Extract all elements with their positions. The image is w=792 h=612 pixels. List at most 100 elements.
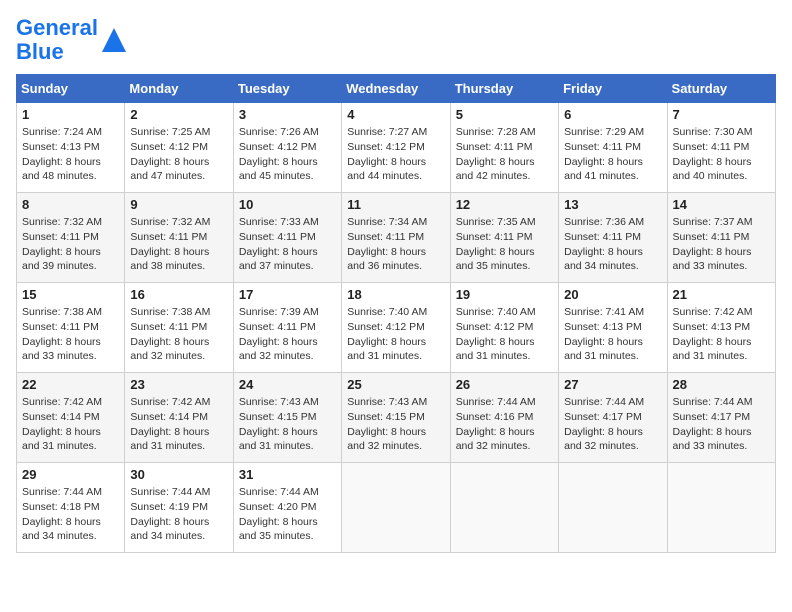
day-cell: 1 Sunrise: 7:24 AM Sunset: 4:13 PM Dayli… <box>17 103 125 193</box>
daylight-label: Daylight: 8 hours and 40 minutes. <box>673 156 752 183</box>
day-number: 20 <box>564 287 661 302</box>
day-info: Sunrise: 7:44 AM Sunset: 4:19 PM Dayligh… <box>130 485 227 544</box>
day-number: 2 <box>130 107 227 122</box>
day-info: Sunrise: 7:37 AM Sunset: 4:11 PM Dayligh… <box>673 215 770 274</box>
day-info: Sunrise: 7:40 AM Sunset: 4:12 PM Dayligh… <box>456 305 553 364</box>
sunset-label: Sunset: 4:18 PM <box>22 501 100 513</box>
col-header-saturday: Saturday <box>667 75 775 103</box>
week-row-1: 1 Sunrise: 7:24 AM Sunset: 4:13 PM Dayli… <box>17 103 776 193</box>
daylight-label: Daylight: 8 hours and 35 minutes. <box>239 516 318 543</box>
day-info: Sunrise: 7:36 AM Sunset: 4:11 PM Dayligh… <box>564 215 661 274</box>
day-info: Sunrise: 7:29 AM Sunset: 4:11 PM Dayligh… <box>564 125 661 184</box>
sunset-label: Sunset: 4:14 PM <box>22 411 100 423</box>
page-header: General Blue <box>16 16 776 64</box>
sunset-label: Sunset: 4:17 PM <box>564 411 642 423</box>
day-info: Sunrise: 7:44 AM Sunset: 4:17 PM Dayligh… <box>564 395 661 454</box>
day-info: Sunrise: 7:32 AM Sunset: 4:11 PM Dayligh… <box>130 215 227 274</box>
day-cell: 16 Sunrise: 7:38 AM Sunset: 4:11 PM Dayl… <box>125 283 233 373</box>
sunrise-label: Sunrise: 7:38 AM <box>22 306 102 318</box>
daylight-label: Daylight: 8 hours and 33 minutes. <box>22 336 101 363</box>
daylight-label: Daylight: 8 hours and 38 minutes. <box>130 246 209 273</box>
day-number: 12 <box>456 197 553 212</box>
calendar-table: SundayMondayTuesdayWednesdayThursdayFrid… <box>16 74 776 553</box>
sunrise-label: Sunrise: 7:39 AM <box>239 306 319 318</box>
sunset-label: Sunset: 4:12 PM <box>347 141 425 153</box>
day-info: Sunrise: 7:38 AM Sunset: 4:11 PM Dayligh… <box>130 305 227 364</box>
sunrise-label: Sunrise: 7:25 AM <box>130 126 210 138</box>
day-number: 16 <box>130 287 227 302</box>
week-row-4: 22 Sunrise: 7:42 AM Sunset: 4:14 PM Dayl… <box>17 373 776 463</box>
sunset-label: Sunset: 4:12 PM <box>130 141 208 153</box>
col-header-sunday: Sunday <box>17 75 125 103</box>
day-info: Sunrise: 7:25 AM Sunset: 4:12 PM Dayligh… <box>130 125 227 184</box>
sunset-label: Sunset: 4:14 PM <box>130 411 208 423</box>
daylight-label: Daylight: 8 hours and 41 minutes. <box>564 156 643 183</box>
day-number: 9 <box>130 197 227 212</box>
day-cell: 27 Sunrise: 7:44 AM Sunset: 4:17 PM Dayl… <box>559 373 667 463</box>
day-number: 1 <box>22 107 119 122</box>
daylight-label: Daylight: 8 hours and 31 minutes. <box>130 426 209 453</box>
sunrise-label: Sunrise: 7:37 AM <box>673 216 753 228</box>
sunrise-label: Sunrise: 7:44 AM <box>130 486 210 498</box>
week-row-2: 8 Sunrise: 7:32 AM Sunset: 4:11 PM Dayli… <box>17 193 776 283</box>
sunset-label: Sunset: 4:12 PM <box>347 321 425 333</box>
day-number: 31 <box>239 467 336 482</box>
day-info: Sunrise: 7:42 AM Sunset: 4:14 PM Dayligh… <box>22 395 119 454</box>
day-info: Sunrise: 7:27 AM Sunset: 4:12 PM Dayligh… <box>347 125 444 184</box>
sunrise-label: Sunrise: 7:44 AM <box>22 486 102 498</box>
sunset-label: Sunset: 4:11 PM <box>22 321 99 333</box>
day-cell: 13 Sunrise: 7:36 AM Sunset: 4:11 PM Dayl… <box>559 193 667 283</box>
day-info: Sunrise: 7:40 AM Sunset: 4:12 PM Dayligh… <box>347 305 444 364</box>
day-number: 26 <box>456 377 553 392</box>
day-cell: 21 Sunrise: 7:42 AM Sunset: 4:13 PM Dayl… <box>667 283 775 373</box>
day-cell: 2 Sunrise: 7:25 AM Sunset: 4:12 PM Dayli… <box>125 103 233 193</box>
day-info: Sunrise: 7:30 AM Sunset: 4:11 PM Dayligh… <box>673 125 770 184</box>
sunset-label: Sunset: 4:11 PM <box>456 141 533 153</box>
day-number: 19 <box>456 287 553 302</box>
day-number: 14 <box>673 197 770 212</box>
day-cell: 31 Sunrise: 7:44 AM Sunset: 4:20 PM Dayl… <box>233 463 341 553</box>
daylight-label: Daylight: 8 hours and 31 minutes. <box>673 336 752 363</box>
day-number: 17 <box>239 287 336 302</box>
day-info: Sunrise: 7:44 AM Sunset: 4:16 PM Dayligh… <box>456 395 553 454</box>
sunset-label: Sunset: 4:11 PM <box>673 141 750 153</box>
day-cell: 4 Sunrise: 7:27 AM Sunset: 4:12 PM Dayli… <box>342 103 450 193</box>
daylight-label: Daylight: 8 hours and 31 minutes. <box>564 336 643 363</box>
sunrise-label: Sunrise: 7:32 AM <box>22 216 102 228</box>
sunrise-label: Sunrise: 7:42 AM <box>673 306 753 318</box>
day-cell: 10 Sunrise: 7:33 AM Sunset: 4:11 PM Dayl… <box>233 193 341 283</box>
day-cell: 12 Sunrise: 7:35 AM Sunset: 4:11 PM Dayl… <box>450 193 558 283</box>
sunrise-label: Sunrise: 7:36 AM <box>564 216 644 228</box>
day-cell: 23 Sunrise: 7:42 AM Sunset: 4:14 PM Dayl… <box>125 373 233 463</box>
day-number: 4 <box>347 107 444 122</box>
day-number: 24 <box>239 377 336 392</box>
logo: General Blue <box>16 16 128 64</box>
sunrise-label: Sunrise: 7:40 AM <box>347 306 427 318</box>
day-info: Sunrise: 7:43 AM Sunset: 4:15 PM Dayligh… <box>239 395 336 454</box>
sunset-label: Sunset: 4:13 PM <box>22 141 100 153</box>
sunset-label: Sunset: 4:11 PM <box>673 231 750 243</box>
daylight-label: Daylight: 8 hours and 48 minutes. <box>22 156 101 183</box>
daylight-label: Daylight: 8 hours and 34 minutes. <box>564 246 643 273</box>
daylight-label: Daylight: 8 hours and 42 minutes. <box>456 156 535 183</box>
day-cell: 5 Sunrise: 7:28 AM Sunset: 4:11 PM Dayli… <box>450 103 558 193</box>
day-cell: 8 Sunrise: 7:32 AM Sunset: 4:11 PM Dayli… <box>17 193 125 283</box>
sunset-label: Sunset: 4:19 PM <box>130 501 208 513</box>
sunset-label: Sunset: 4:20 PM <box>239 501 317 513</box>
col-header-tuesday: Tuesday <box>233 75 341 103</box>
sunrise-label: Sunrise: 7:30 AM <box>673 126 753 138</box>
day-info: Sunrise: 7:44 AM Sunset: 4:18 PM Dayligh… <box>22 485 119 544</box>
day-cell: 7 Sunrise: 7:30 AM Sunset: 4:11 PM Dayli… <box>667 103 775 193</box>
sunrise-label: Sunrise: 7:43 AM <box>239 396 319 408</box>
day-cell: 29 Sunrise: 7:44 AM Sunset: 4:18 PM Dayl… <box>17 463 125 553</box>
sunset-label: Sunset: 4:15 PM <box>239 411 317 423</box>
daylight-label: Daylight: 8 hours and 45 minutes. <box>239 156 318 183</box>
day-number: 11 <box>347 197 444 212</box>
day-number: 8 <box>22 197 119 212</box>
sunset-label: Sunset: 4:11 PM <box>130 321 207 333</box>
daylight-label: Daylight: 8 hours and 31 minutes. <box>347 336 426 363</box>
daylight-label: Daylight: 8 hours and 37 minutes. <box>239 246 318 273</box>
daylight-label: Daylight: 8 hours and 31 minutes. <box>22 426 101 453</box>
col-header-wednesday: Wednesday <box>342 75 450 103</box>
header-row: SundayMondayTuesdayWednesdayThursdayFrid… <box>17 75 776 103</box>
